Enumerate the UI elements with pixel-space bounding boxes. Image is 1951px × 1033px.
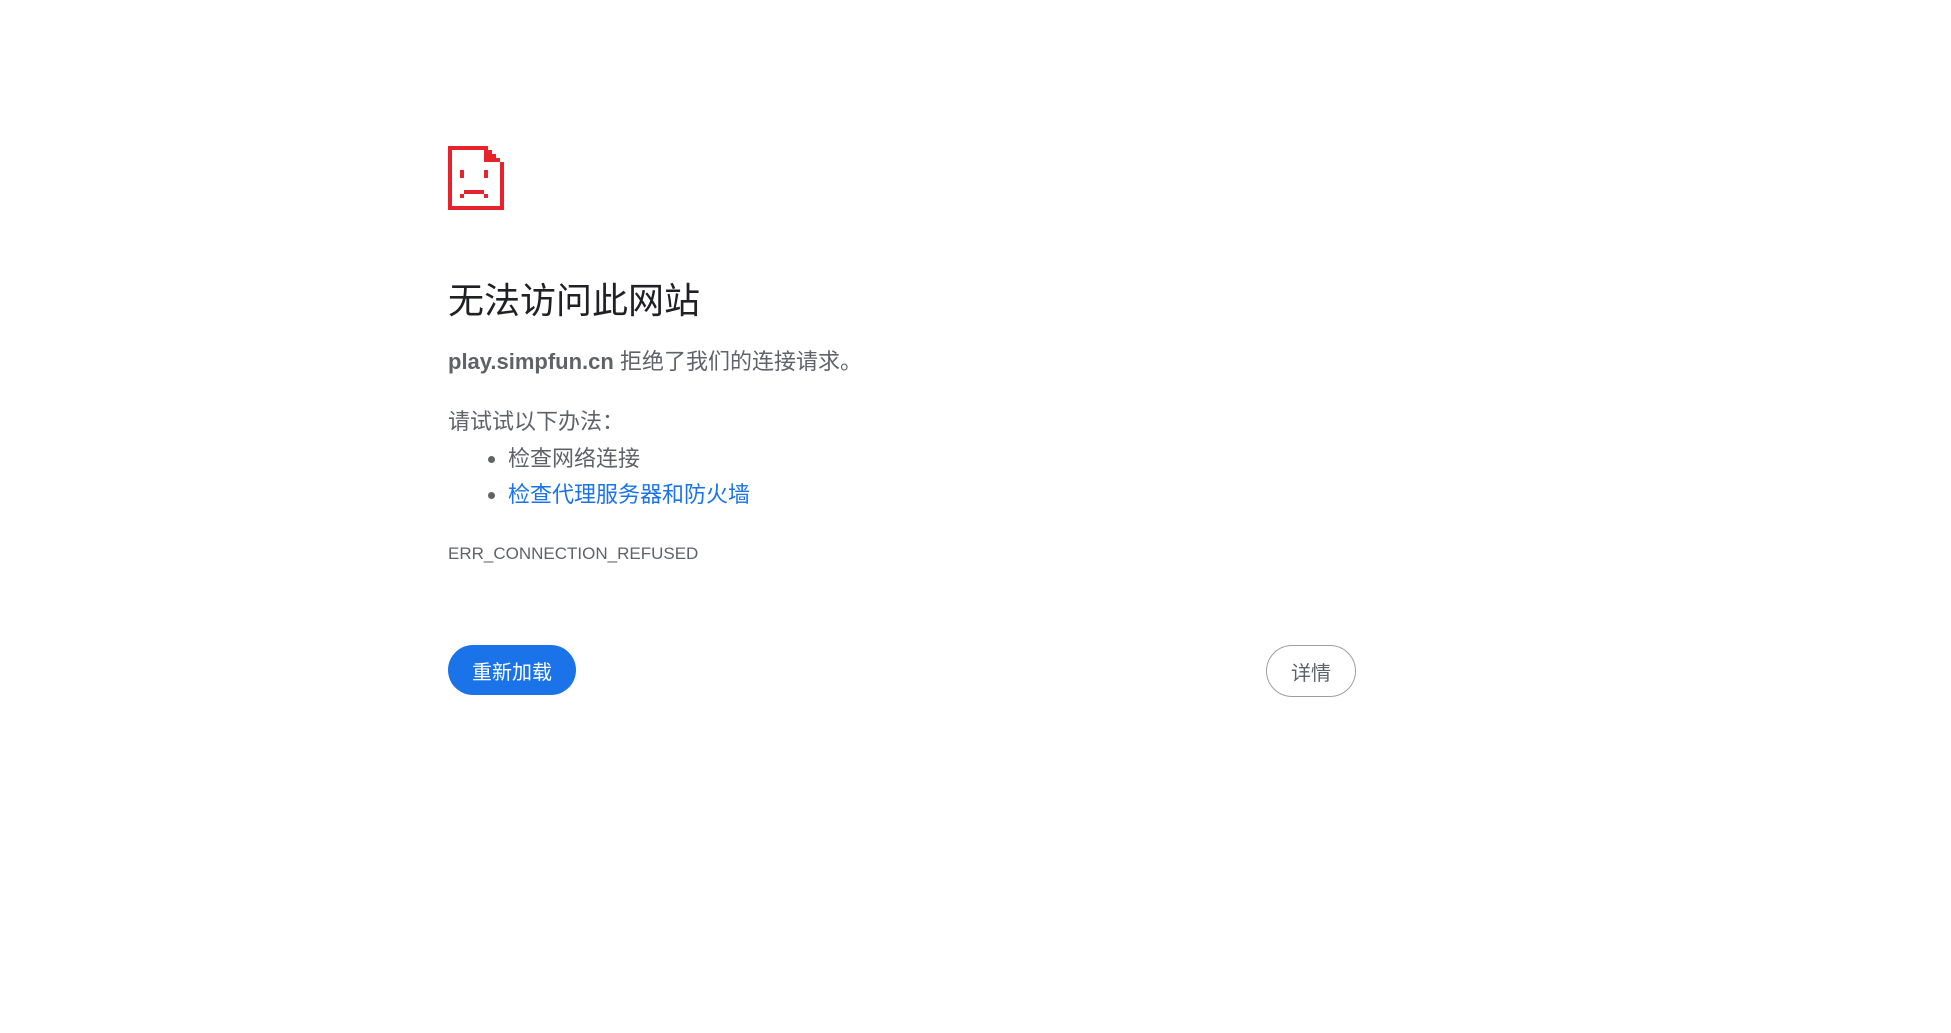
error-page: 无法访问此网站 play.simpfun.cn 拒绝了我们的连接请求。 请试试以… — [0, 0, 1951, 1033]
error-code: ERR_CONNECTION_REFUSED — [448, 544, 699, 563]
details-button[interactable]: 详情 — [1266, 645, 1356, 697]
list-item: 检查网络连接 — [508, 441, 1356, 477]
suggestion-check-network: 检查网络连接 — [508, 446, 641, 471]
page-title: 无法访问此网站 — [448, 280, 701, 321]
suggestions-heading: 请试试以下办法： — [448, 409, 625, 434]
sad-page-icon — [448, 146, 504, 210]
main-content: 无法访问此网站 play.simpfun.cn 拒绝了我们的连接请求。 请试试以… — [448, 145, 1356, 699]
button-row: 重新加载 详情 — [448, 645, 1356, 699]
error-summary: play.simpfun.cn 拒绝了我们的连接请求。 — [448, 347, 1356, 377]
error-host: play.simpfun.cn — [448, 349, 614, 374]
list-item: 检查代理服务器和防火墙 — [508, 477, 1356, 513]
error-message: 拒绝了我们的连接请求。 — [619, 349, 862, 374]
suggestions-list: 检查网络连接 检查代理服务器和防火墙 — [448, 441, 1356, 513]
suggestion-check-proxy-link[interactable]: 检查代理服务器和防火墙 — [508, 482, 750, 507]
reload-button[interactable]: 重新加载 — [448, 645, 576, 695]
